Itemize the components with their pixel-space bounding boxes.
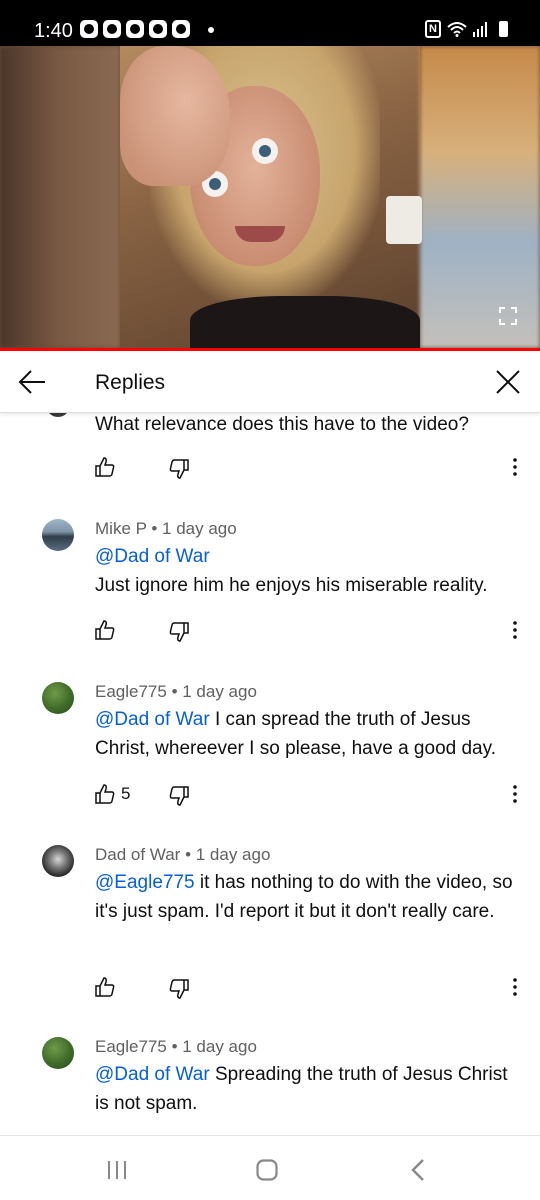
- comment-text: @Eagle775 it has nothing to do with the …: [95, 868, 525, 926]
- avatar[interactable]: [42, 1037, 74, 1069]
- video-subject-eye: [252, 138, 278, 164]
- avatar[interactable]: [42, 845, 74, 877]
- comment-text: @Dad of War Spreading the truth of Jesus…: [95, 1060, 525, 1118]
- comment-body: What relevance does this have to the vid…: [95, 414, 469, 435]
- close-icon[interactable]: [495, 369, 521, 395]
- comment-meta: Eagle775 • 1 day ago: [95, 1037, 257, 1056]
- replies-header: Replies: [0, 351, 540, 413]
- replies-title: Replies: [95, 371, 166, 394]
- app-notification-icon: [103, 20, 121, 38]
- system-navigation-bar: [0, 1135, 540, 1200]
- comment-actions: [95, 620, 525, 644]
- comment-actions: [95, 977, 525, 1001]
- battery-icon: [499, 21, 508, 37]
- replies-list[interactable]: What relevance does this have to the vid…: [0, 413, 540, 1135]
- mention-link[interactable]: @Eagle775: [95, 872, 195, 893]
- like-icon[interactable]: [95, 784, 115, 804]
- status-bar: 1:40 N: [0, 0, 540, 46]
- comment-actions: [95, 457, 525, 481]
- comment-body: Just ignore him he enjoys his miserable …: [95, 575, 488, 596]
- comment-meta: Eagle775 • 1 day ago: [95, 682, 257, 701]
- system-back-icon[interactable]: [410, 1158, 426, 1182]
- video-subject-mouth: [235, 226, 285, 242]
- like-icon[interactable]: [95, 457, 115, 477]
- avatar[interactable]: [42, 519, 74, 551]
- signal-icon: [473, 22, 487, 37]
- app-notification-icon: [172, 20, 190, 38]
- comment-actions: 5: [95, 784, 525, 808]
- video-blurred-edge-right: [420, 46, 540, 348]
- comment-text: @Dad of War Just ignore him he enjoys hi…: [95, 542, 525, 600]
- like-count: 5: [121, 784, 131, 803]
- app-notification-icon: [149, 20, 167, 38]
- avatar[interactable]: [42, 682, 74, 714]
- back-arrow-icon[interactable]: [18, 369, 46, 395]
- comment-meta: Mike P • 1 day ago: [95, 519, 237, 538]
- more-options-icon[interactable]: [509, 620, 521, 640]
- mention-link[interactable]: @Dad of War: [95, 1064, 210, 1085]
- comment-text: @Dad of War I can spread the truth of Je…: [95, 705, 525, 763]
- dislike-icon[interactable]: [169, 622, 189, 642]
- app-notification-icon: [80, 20, 98, 38]
- video-background-cup: [386, 196, 422, 244]
- status-time: 1:40: [34, 20, 73, 42]
- system-status-icons: N: [425, 20, 508, 38]
- wifi-icon: [447, 22, 467, 37]
- video-subject-shirt: [190, 296, 420, 348]
- more-options-icon[interactable]: [509, 977, 521, 997]
- video-blurred-edge-left: [0, 46, 120, 348]
- mention-link[interactable]: @Dad of War: [95, 709, 210, 730]
- more-notifications-dot-icon: [208, 27, 214, 33]
- dislike-icon[interactable]: [169, 786, 189, 806]
- comment-text: What relevance does this have to the vid…: [95, 413, 525, 439]
- recent-apps-icon[interactable]: [106, 1160, 128, 1180]
- dislike-icon[interactable]: [169, 979, 189, 999]
- like-icon[interactable]: [95, 977, 115, 997]
- fullscreen-icon[interactable]: [499, 307, 517, 325]
- home-icon[interactable]: [256, 1159, 278, 1181]
- mention-link[interactable]: @Dad of War: [95, 546, 210, 567]
- video-player[interactable]: [0, 46, 540, 348]
- like-icon[interactable]: [95, 620, 115, 640]
- comment-meta: Dad of War • 1 day ago: [95, 845, 271, 864]
- video-subject-hand: [120, 46, 230, 186]
- more-options-icon[interactable]: [509, 457, 521, 477]
- nfc-icon: N: [425, 20, 441, 38]
- dislike-icon[interactable]: [169, 459, 189, 479]
- app-notification-icon: [126, 20, 144, 38]
- avatar[interactable]: [46, 413, 70, 417]
- notification-icons: [80, 20, 190, 38]
- more-options-icon[interactable]: [509, 784, 521, 804]
